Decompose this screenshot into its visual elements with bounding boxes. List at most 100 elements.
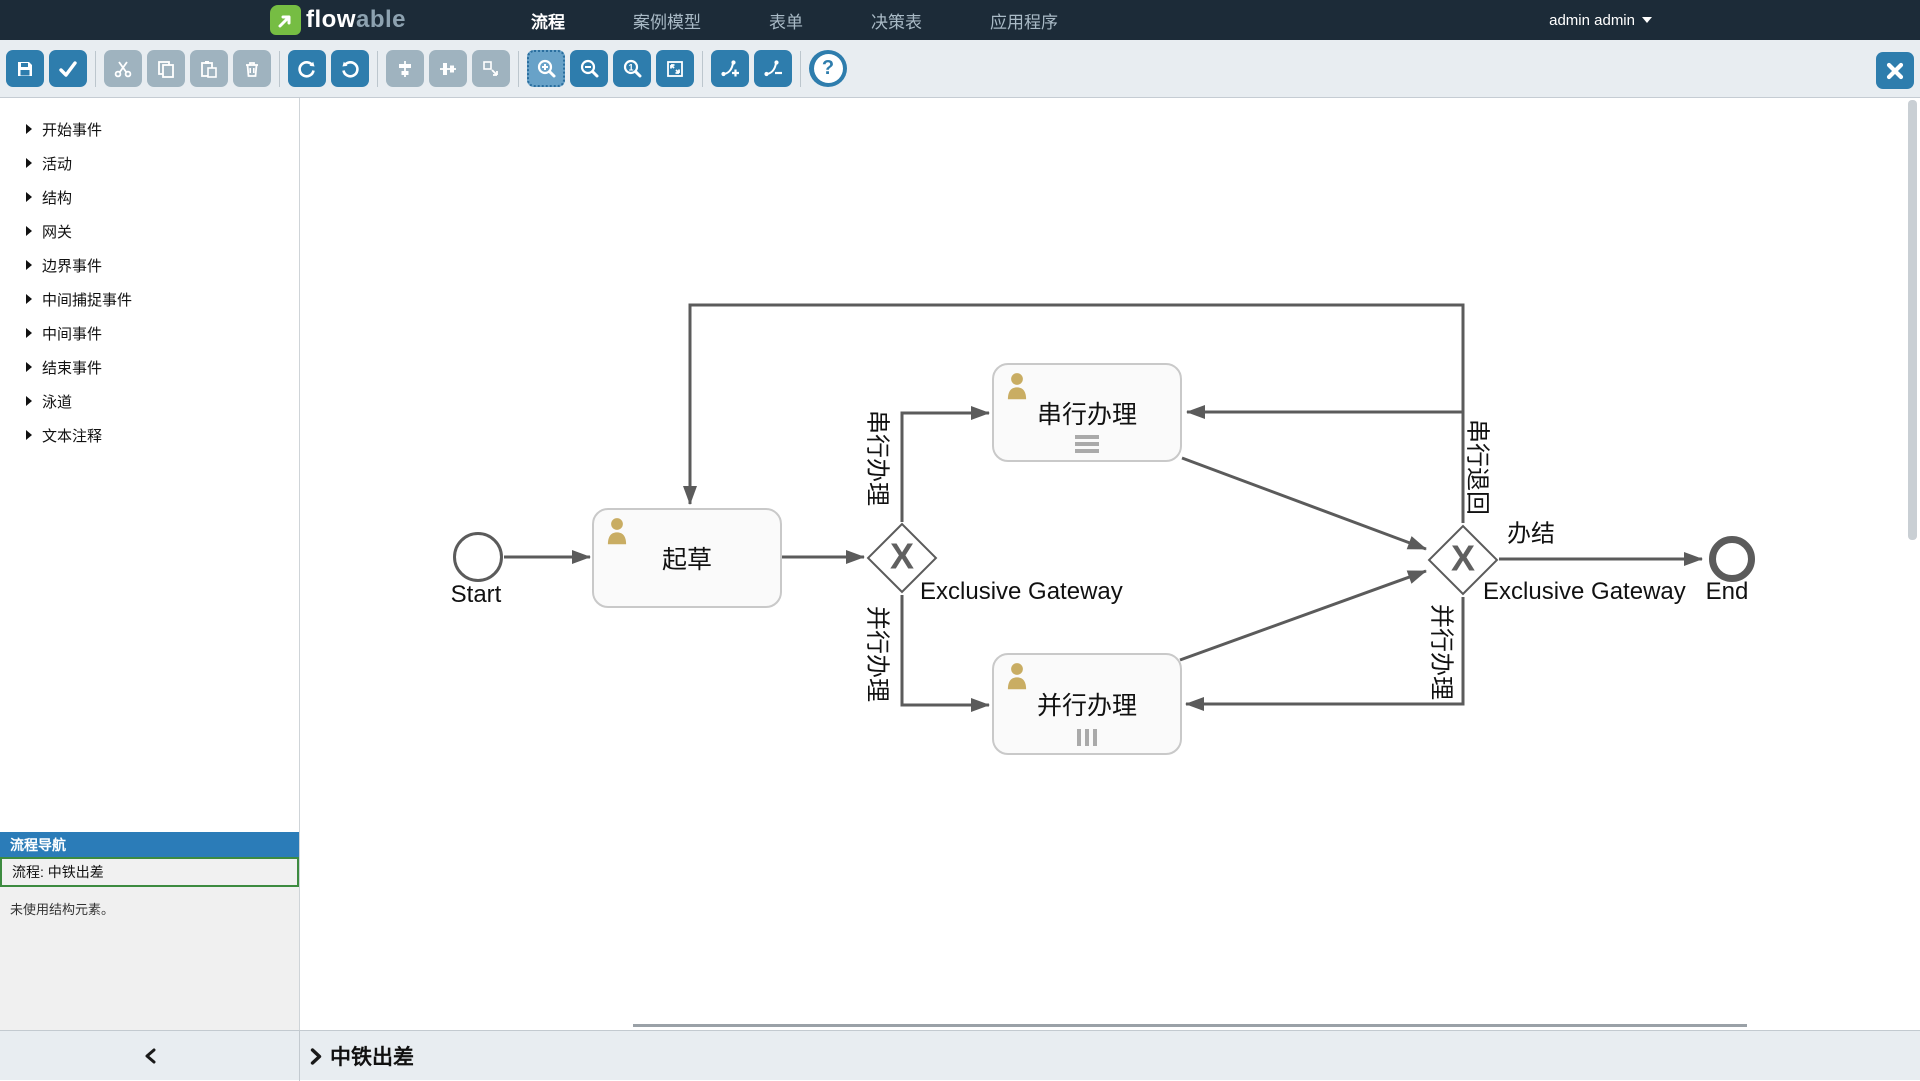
menu-item-processes[interactable]: 流程 xyxy=(520,0,576,40)
chevron-down-icon xyxy=(1642,17,1652,23)
user-task-icon xyxy=(603,516,631,551)
task-parallel[interactable]: 并行办理 xyxy=(992,653,1182,755)
end-event-label: End xyxy=(1706,578,1749,606)
palette-group-gateways[interactable]: 网关 xyxy=(0,214,299,248)
palette-group-label: 开始事件 xyxy=(42,119,102,140)
flow-serial-to-gateway2[interactable] xyxy=(1182,458,1426,549)
palette-group-intermediate-events[interactable]: 中间事件 xyxy=(0,316,299,350)
align-horizontal-button[interactable] xyxy=(429,50,467,87)
palette-group-label: 结构 xyxy=(42,187,72,208)
start-event-node[interactable] xyxy=(453,532,503,582)
user-name: admin admin xyxy=(1549,12,1635,29)
palette-group-text-annotation[interactable]: 文本注释 xyxy=(0,418,299,452)
collapse-sidebar-button[interactable] xyxy=(0,1031,300,1081)
navigator-note: 未使用结构元素。 xyxy=(0,887,299,930)
palette-group-label: 泳道 xyxy=(42,391,72,412)
help-button[interactable]: ? xyxy=(809,50,847,87)
user-menu[interactable]: admin admin xyxy=(1549,0,1652,40)
help-icon: ? xyxy=(814,54,843,83)
chevron-right-icon xyxy=(24,361,34,373)
sequence-flows xyxy=(300,98,1920,1030)
palette-group-label: 中间事件 xyxy=(42,323,102,344)
chevron-right-icon xyxy=(24,225,34,237)
main-menu: 流程 案例模型 表单 决策表 应用程序 xyxy=(520,0,1069,40)
task-label: 串行办理 xyxy=(1037,395,1137,431)
chevron-right-icon xyxy=(24,395,34,407)
chevron-left-icon xyxy=(144,1048,156,1064)
same-size-button[interactable] xyxy=(472,50,510,87)
close-icon xyxy=(1885,61,1905,81)
sequential-multi-instance-icon xyxy=(1075,435,1099,453)
chevron-right-icon xyxy=(24,259,34,271)
menu-item-forms[interactable]: 表单 xyxy=(758,0,814,40)
end-event-node[interactable] xyxy=(1709,536,1755,582)
flow-gateway1-to-serial[interactable] xyxy=(902,413,989,522)
flowable-logo[interactable]: flowable xyxy=(270,5,406,35)
save-button[interactable] xyxy=(6,50,44,87)
model-breadcrumb[interactable]: 中铁出差 xyxy=(310,1031,414,1081)
menu-item-case-models[interactable]: 案例模型 xyxy=(622,0,712,40)
toolbar-separator xyxy=(518,51,519,87)
remove-bendpoint-button[interactable] xyxy=(754,50,792,87)
task-label: 并行办理 xyxy=(1037,686,1137,722)
vertical-scrollbar-thumb[interactable] xyxy=(1908,100,1917,540)
redo-button[interactable] xyxy=(288,50,326,87)
flow-parallel-to-gateway2[interactable] xyxy=(1180,571,1426,660)
cut-button[interactable] xyxy=(104,50,142,87)
palette-group-structural[interactable]: 结构 xyxy=(0,180,299,214)
paste-button[interactable] xyxy=(190,50,228,87)
chevron-right-icon xyxy=(310,1048,322,1065)
chevron-right-icon xyxy=(24,191,34,203)
palette-group-label: 结束事件 xyxy=(42,357,102,378)
flow-gateway2-to-parallel[interactable] xyxy=(1186,597,1463,704)
palette-group-activities[interactable]: 活动 xyxy=(0,146,299,180)
toolbar-separator xyxy=(95,51,96,87)
palette-group-label: 中间捕捉事件 xyxy=(42,289,132,310)
palette-group-start-events[interactable]: 开始事件 xyxy=(0,112,299,146)
add-bendpoint-button[interactable] xyxy=(711,50,749,87)
flow-gateway1-to-parallel[interactable] xyxy=(902,595,989,705)
menu-item-apps[interactable]: 应用程序 xyxy=(979,0,1069,40)
palette-group-boundary-events[interactable]: 边界事件 xyxy=(0,248,299,282)
task-draft[interactable]: 起草 xyxy=(592,508,782,608)
copy-button[interactable] xyxy=(147,50,185,87)
palette-group-swimlanes[interactable]: 泳道 xyxy=(0,384,299,418)
palette-group-label: 网关 xyxy=(42,221,72,242)
flowable-logo-icon xyxy=(270,5,301,35)
flow-label-parallel-left: 并行办理 xyxy=(863,606,898,702)
flow-label-serial-left: 串行办理 xyxy=(863,410,898,506)
validate-button[interactable] xyxy=(49,50,87,87)
chevron-right-icon xyxy=(24,123,34,135)
close-editor-button[interactable] xyxy=(1876,52,1914,89)
horizontal-scrollbar-thumb[interactable] xyxy=(633,1024,1747,1027)
zoom-in-button[interactable] xyxy=(527,50,565,87)
navigator-current-process[interactable]: 流程: 中铁出差 xyxy=(0,857,299,887)
zoom-fit-button[interactable] xyxy=(656,50,694,87)
diagram-canvas[interactable]: Start 起草 X Exclusive Gateway 串行办理 并行办理 X… xyxy=(300,98,1920,1030)
zoom-out-button[interactable] xyxy=(570,50,608,87)
chevron-right-icon xyxy=(24,327,34,339)
shape-palette: 开始事件 活动 结构 网关 边界事件 中间捕捉事件 中间事件 结束事件 泳道 文… xyxy=(0,98,300,832)
parallel-multi-instance-icon xyxy=(1077,729,1097,746)
chevron-right-icon xyxy=(24,157,34,169)
align-vertical-button[interactable] xyxy=(386,50,424,87)
undo-button[interactable] xyxy=(331,50,369,87)
flow-label-serial-return: 串行退回 xyxy=(1463,419,1498,515)
start-event-label: Start xyxy=(451,581,502,609)
gateway-1-label: Exclusive Gateway xyxy=(920,578,1123,606)
palette-group-intermediate-catching-events[interactable]: 中间捕捉事件 xyxy=(0,282,299,316)
chevron-right-icon xyxy=(24,293,34,305)
menu-item-decision-tables[interactable]: 决策表 xyxy=(860,0,933,40)
toolbar-separator xyxy=(702,51,703,87)
palette-group-end-events[interactable]: 结束事件 xyxy=(0,350,299,384)
bottom-bar: 中铁出差 xyxy=(0,1030,1920,1080)
gateway-2-label: Exclusive Gateway xyxy=(1483,578,1686,606)
delete-button[interactable] xyxy=(233,50,271,87)
process-navigator-panel: 流程导航 流程: 中铁出差 未使用结构元素。 xyxy=(0,832,300,1030)
zoom-actual-button[interactable]: 1 xyxy=(613,50,651,87)
task-serial[interactable]: 串行办理 xyxy=(992,363,1182,462)
user-task-icon xyxy=(1003,661,1031,696)
flow-gateway2-to-serial[interactable] xyxy=(1187,412,1463,523)
top-navbar: flowable 流程 案例模型 表单 决策表 应用程序 admin admin xyxy=(0,0,1920,40)
gateway-x-icon: X xyxy=(1451,537,1475,579)
